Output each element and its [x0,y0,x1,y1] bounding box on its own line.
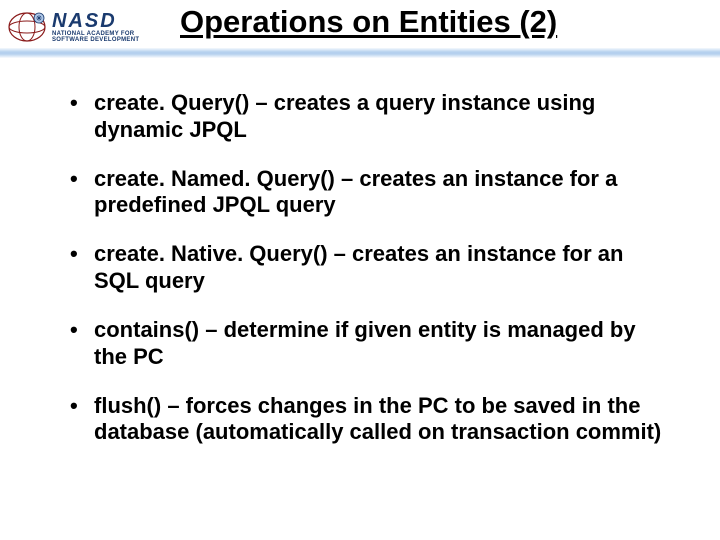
function-name: flush() [94,393,161,418]
function-desc: – forces changes in the PC to be saved i… [94,393,661,445]
slide-header: NASD NATIONAL ACADEMY FOR SOFTWARE DEVEL… [0,0,720,60]
logo-text: NASD NATIONAL ACADEMY FOR SOFTWARE DEVEL… [52,11,139,43]
header-divider [0,48,720,58]
list-item: flush() – forces changes in the PC to be… [70,393,670,447]
function-name: contains() [94,317,199,342]
slide-content: create. Query() – creates a query instan… [0,60,720,488]
list-item: contains() – determine if given entity i… [70,317,670,371]
slide-title: Operations on Entities (2) [180,4,557,40]
list-item: create. Named. Query() – creates an inst… [70,166,670,220]
function-name: create. Native. Query() [94,241,328,266]
list-item: create. Query() – creates a query instan… [70,90,670,144]
logo: NASD NATIONAL ACADEMY FOR SOFTWARE DEVEL… [6,6,139,48]
logo-subtitle-2: SOFTWARE DEVELOPMENT [52,37,139,43]
function-name: create. Query() [94,90,249,115]
logo-globe-icon [6,6,48,48]
logo-title: NASD [52,11,139,31]
function-name: create. Named. Query() [94,166,335,191]
bullet-list: create. Query() – creates a query instan… [70,90,670,446]
list-item: create. Native. Query() – creates an ins… [70,241,670,295]
